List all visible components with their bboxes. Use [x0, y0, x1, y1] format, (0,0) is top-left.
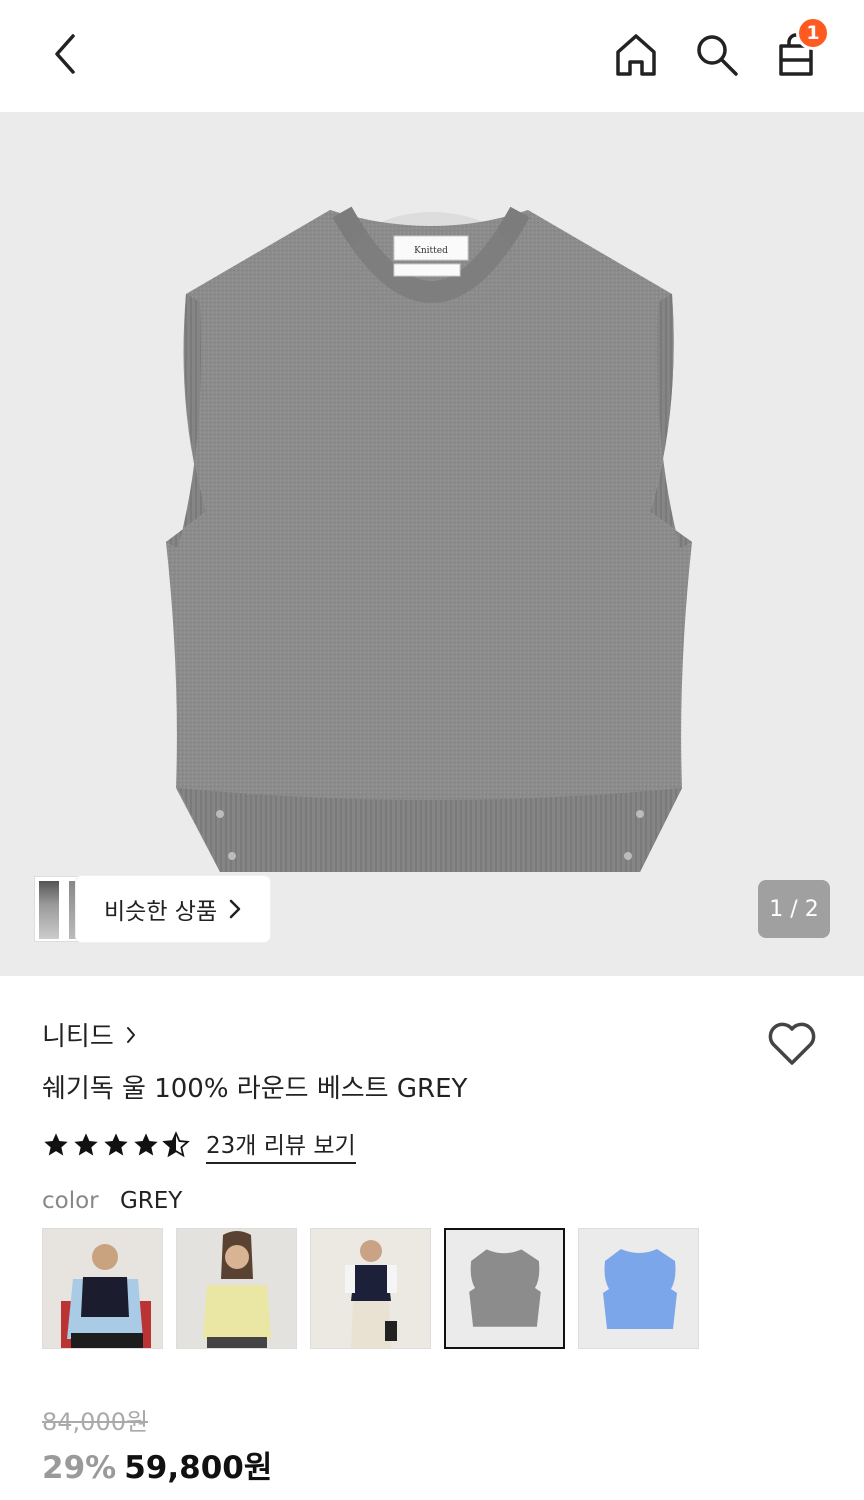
original-price: 84,000원 [42, 1408, 149, 1436]
rating-row: 23개 리뷰 보기 [42, 1126, 356, 1164]
swatch-blue[interactable] [578, 1228, 699, 1349]
product-image: Knitted [166, 206, 692, 872]
swatch-yellow-model[interactable] [176, 1228, 297, 1349]
star-icon [44, 1133, 68, 1156]
sale-price: 59,800원 [124, 1450, 273, 1486]
home-icon [616, 34, 656, 76]
swatch-navy-model[interactable] [42, 1228, 163, 1349]
star-icon [104, 1133, 128, 1156]
star-icon [134, 1133, 158, 1156]
search-icon [697, 35, 738, 76]
image-counter: 1 / 2 [758, 880, 830, 938]
star-icon [74, 1133, 98, 1156]
brand-tag-text: Knitted [414, 246, 448, 256]
color-swatches [42, 1228, 699, 1349]
brand-name: 니티드 [42, 1022, 114, 1052]
color-value: GREY [119, 1188, 183, 1214]
search-button[interactable] [690, 28, 742, 80]
swatch-navy-model-2[interactable] [310, 1228, 431, 1349]
cart-count-badge: 1 [796, 16, 830, 50]
reviews-link[interactable]: 23개 리뷰 보기 [206, 1126, 356, 1164]
color-label: color [42, 1188, 99, 1214]
half-star-icon [162, 1131, 190, 1158]
cart-button[interactable]: 1 [770, 16, 830, 80]
product-image-carousel[interactable]: Knitted [0, 112, 864, 976]
wishlist-button[interactable] [766, 1018, 818, 1068]
swatch-grey[interactable] [444, 1228, 565, 1349]
price-row: 29% 59,800원 [42, 1442, 272, 1487]
brand-link[interactable]: 니티드 [42, 1016, 136, 1053]
similar-products-label: 비슷한 상품 [104, 899, 218, 925]
chevron-left-icon [55, 34, 75, 74]
product-title: 쉐기독 울 100% 라운드 베스트 GREY [42, 1074, 468, 1104]
chevron-right-icon [229, 899, 241, 919]
similar-products-button[interactable]: 비슷한 상품 [34, 876, 270, 942]
back-button[interactable] [38, 28, 90, 80]
chevron-right-icon [126, 1026, 135, 1043]
star-rating [42, 1131, 190, 1159]
similar-products-pill: 비슷한 상품 [76, 876, 270, 942]
home-button[interactable] [610, 28, 662, 80]
discount-rate: 29% [42, 1450, 117, 1486]
heart-icon [768, 1022, 816, 1065]
color-row: color GREY [42, 1188, 182, 1214]
top-bar: 1 [0, 0, 864, 112]
